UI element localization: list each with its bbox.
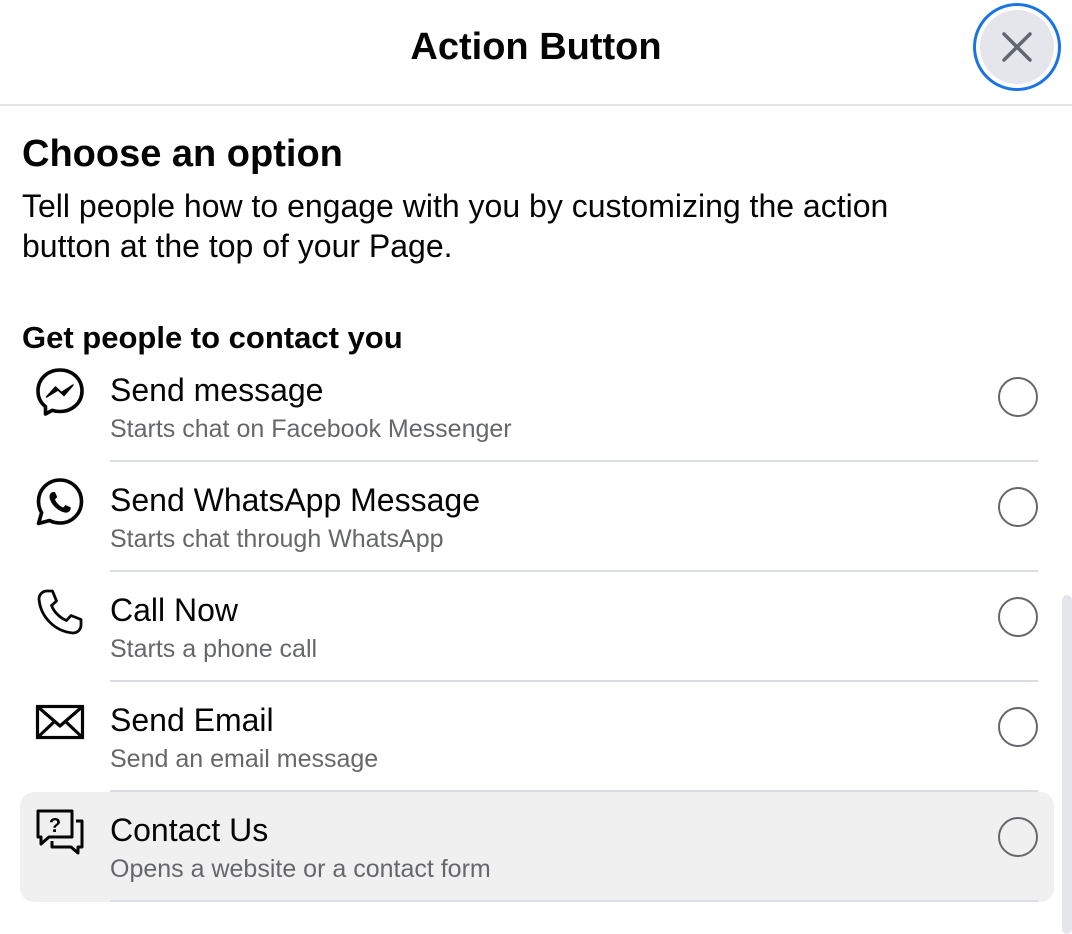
option-label: Call Now: [110, 592, 239, 628]
option-send-email[interactable]: Send Email Send an email message: [20, 682, 1054, 792]
action-button-dialog: Action Button Choose an option Tell peop…: [0, 0, 1072, 934]
option-label: Contact Us: [110, 812, 269, 848]
radio-button[interactable]: [998, 487, 1038, 527]
close-button-bg: [980, 10, 1054, 84]
option-label: Send Email: [110, 702, 274, 738]
dialog-header: Action Button: [0, 0, 1072, 106]
option-label: Send message: [110, 372, 324, 408]
option-label: Send WhatsApp Message: [110, 482, 480, 518]
options-list: Send message Starts chat on Facebook Mes…: [20, 352, 1054, 902]
svg-text:?: ?: [49, 815, 61, 837]
dialog-title: Action Button: [410, 26, 662, 68]
section-description: Tell people how to engage with you by cu…: [22, 188, 889, 264]
radio-button[interactable]: [998, 817, 1038, 857]
dialog-content: Choose an option Tell people how to enga…: [22, 130, 1052, 358]
whatsapp-icon: [34, 476, 86, 528]
close-button[interactable]: [973, 3, 1061, 91]
option-text: Send Email Send an email message: [110, 700, 964, 776]
option-text: Send WhatsApp Message Starts chat throug…: [110, 480, 964, 556]
option-text: Send message Starts chat on Facebook Mes…: [110, 370, 964, 446]
option-call-now[interactable]: Call Now Starts a phone call: [20, 572, 1054, 682]
messenger-icon: [34, 366, 86, 418]
option-sublabel: Send an email message: [110, 745, 379, 773]
option-sublabel: Opens a website or a contact form: [110, 855, 491, 883]
option-sublabel: Starts a phone call: [110, 635, 318, 663]
option-sublabel: Starts chat through WhatsApp: [110, 525, 444, 553]
option-contact-us[interactable]: ? Contact Us Opens a website or a contac…: [20, 792, 1054, 902]
section-title: Choose an option: [22, 133, 343, 175]
radio-button[interactable]: [998, 377, 1038, 417]
question-chat-icon: ?: [34, 806, 86, 858]
radio-button[interactable]: [998, 707, 1038, 747]
envelope-icon: [34, 696, 86, 748]
option-sublabel: Starts chat on Facebook Messenger: [110, 415, 512, 443]
phone-icon: [34, 586, 86, 638]
option-send-whatsapp[interactable]: Send WhatsApp Message Starts chat throug…: [20, 462, 1054, 572]
radio-button[interactable]: [998, 597, 1038, 637]
close-icon: [1002, 32, 1032, 62]
option-send-message[interactable]: Send message Starts chat on Facebook Mes…: [20, 352, 1054, 462]
option-text: Call Now Starts a phone call: [110, 590, 964, 666]
option-text: Contact Us Opens a website or a contact …: [110, 810, 964, 886]
scrollbar[interactable]: [1062, 595, 1072, 934]
divider: [110, 900, 1038, 902]
